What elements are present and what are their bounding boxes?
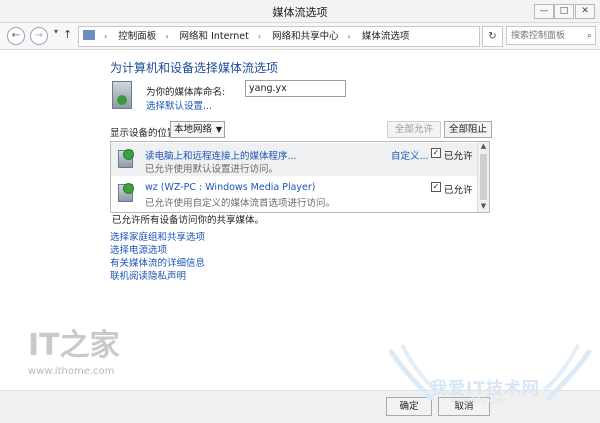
window-title: 媒体流选项 — [272, 6, 328, 19]
refresh-icon[interactable]: ↻ — [482, 26, 503, 47]
allow-checkbox[interactable]: ✓ — [431, 182, 441, 192]
maximize-button[interactable]: □ — [554, 4, 574, 19]
device-location-select[interactable]: 本地网络 ▼ — [170, 121, 225, 138]
allow-checkbox[interactable]: ✓ — [431, 148, 441, 158]
library-name-field[interactable]: yang.yx — [245, 80, 346, 97]
breadcrumb-separator: › — [165, 32, 169, 41]
search-input[interactable]: 搜索控制面板 ⌕ — [506, 26, 596, 45]
device-row[interactable]: wz (WZ-PC : Windows Media Player) 已允许使用自… — [111, 177, 477, 210]
recent-locations-chevron-icon[interactable]: ▾ — [54, 27, 58, 36]
scrollbar-thumb[interactable] — [480, 154, 487, 200]
page-heading: 为计算机和设备选择媒体流选项 — [110, 61, 279, 75]
ithome-logo: IT之家 — [28, 328, 120, 363]
media-library-icon — [112, 81, 132, 109]
scroll-down-icon[interactable]: ▼ — [478, 202, 489, 212]
device-status: 已允许使用默认设置进行访问。 — [145, 164, 279, 175]
device-title[interactable]: 读电脑上和远程连接上的媒体程序... — [145, 148, 297, 162]
minimize-button[interactable]: — — [534, 4, 554, 19]
device-status: 已允许使用自定义的媒体流首选项进行访问。 — [145, 198, 336, 209]
breadcrumb-media-streaming[interactable]: 媒体流选项 — [362, 27, 410, 46]
breadcrumb-network-internet[interactable]: 网络和 Internet — [180, 27, 249, 46]
media-streaming-info-link[interactable]: 有关媒体流的详细信息 — [110, 257, 205, 270]
allow-all-button[interactable]: 全部允许 — [387, 121, 441, 138]
library-name-label: 为你的媒体库命名: — [146, 87, 226, 98]
device-list-scrollbar[interactable]: ▲ ▼ — [477, 142, 489, 212]
title-bar: 媒体流选项 — □ ✕ — [0, 0, 600, 23]
52ij-url: www.52ij.com — [450, 396, 506, 405]
device-row[interactable]: 读电脑上和远程连接上的媒体程序... 已允许使用默认设置进行访问。 自定义...… — [111, 143, 477, 176]
back-button[interactable]: ← — [7, 27, 25, 45]
customize-link[interactable]: 自定义... — [391, 148, 429, 162]
breadcrumb-separator: › — [104, 32, 108, 41]
power-options-link[interactable]: 选择电源选项 — [110, 244, 205, 257]
privacy-statement-link[interactable]: 联机阅读隐私声明 — [110, 270, 205, 283]
address-input[interactable]: › 控制面板 › 网络和 Internet › 网络和共享中心 › 媒体流选项 — [78, 26, 480, 47]
sharing-summary: 已允许所有设备访问你的共享媒体。 — [112, 215, 265, 226]
device-list: 读电脑上和远程连接上的媒体程序... 已允许使用默认设置进行访问。 自定义...… — [110, 141, 490, 213]
breadcrumb-control-panel[interactable]: 控制面板 — [118, 27, 156, 46]
windows-media-player-icon — [118, 183, 134, 202]
ithome-url: www.ithome.com — [28, 366, 115, 377]
main-content: 为计算机和设备选择媒体流选项 为你的媒体库命名: yang.yx 选择默认设置.… — [0, 50, 600, 390]
allowed-label: 已允许 — [444, 151, 473, 162]
media-streaming-window: 媒体流选项 — □ ✕ ← → ▾ ↑ › 控制面板 › 网络和 Interne… — [0, 0, 600, 423]
address-bar: ← → ▾ ↑ › 控制面板 › 网络和 Internet › 网络和共享中心 … — [0, 23, 600, 50]
media-program-icon — [118, 149, 134, 168]
search-icon[interactable]: ⌕ — [587, 27, 592, 46]
up-button[interactable]: ↑ — [63, 28, 72, 41]
close-button[interactable]: ✕ — [575, 4, 595, 19]
chevron-down-icon: ▼ — [215, 125, 222, 134]
breadcrumb-separator: › — [257, 32, 262, 41]
choose-default-settings-link[interactable]: 选择默认设置... — [146, 98, 212, 112]
homegroup-sharing-link[interactable]: 选择家庭组和共享选项 — [110, 231, 205, 244]
related-links: 选择家庭组和共享选项 选择电源选项 有关媒体流的详细信息 联机阅读隐私声明 — [110, 231, 205, 283]
block-all-button[interactable]: 全部阻止 — [444, 121, 492, 138]
scroll-up-icon[interactable]: ▲ — [478, 142, 489, 152]
breadcrumb-network-sharing-center[interactable]: 网络和共享中心 — [272, 27, 339, 46]
control-panel-icon — [83, 30, 95, 40]
forward-button[interactable]: → — [30, 27, 48, 45]
search-placeholder: 搜索控制面板 — [511, 31, 566, 41]
device-title[interactable]: wz (WZ-PC : Windows Media Player) — [145, 182, 316, 193]
breadcrumb-separator: › — [347, 32, 351, 41]
ithome-watermark: IT之家 www.ithome.com — [28, 320, 120, 377]
allowed-label: 已允许 — [444, 185, 473, 196]
52ij-watermark: 我爱IT技术网 www.52ij.com — [380, 340, 600, 410]
device-location-value: 本地网络 — [174, 124, 213, 135]
